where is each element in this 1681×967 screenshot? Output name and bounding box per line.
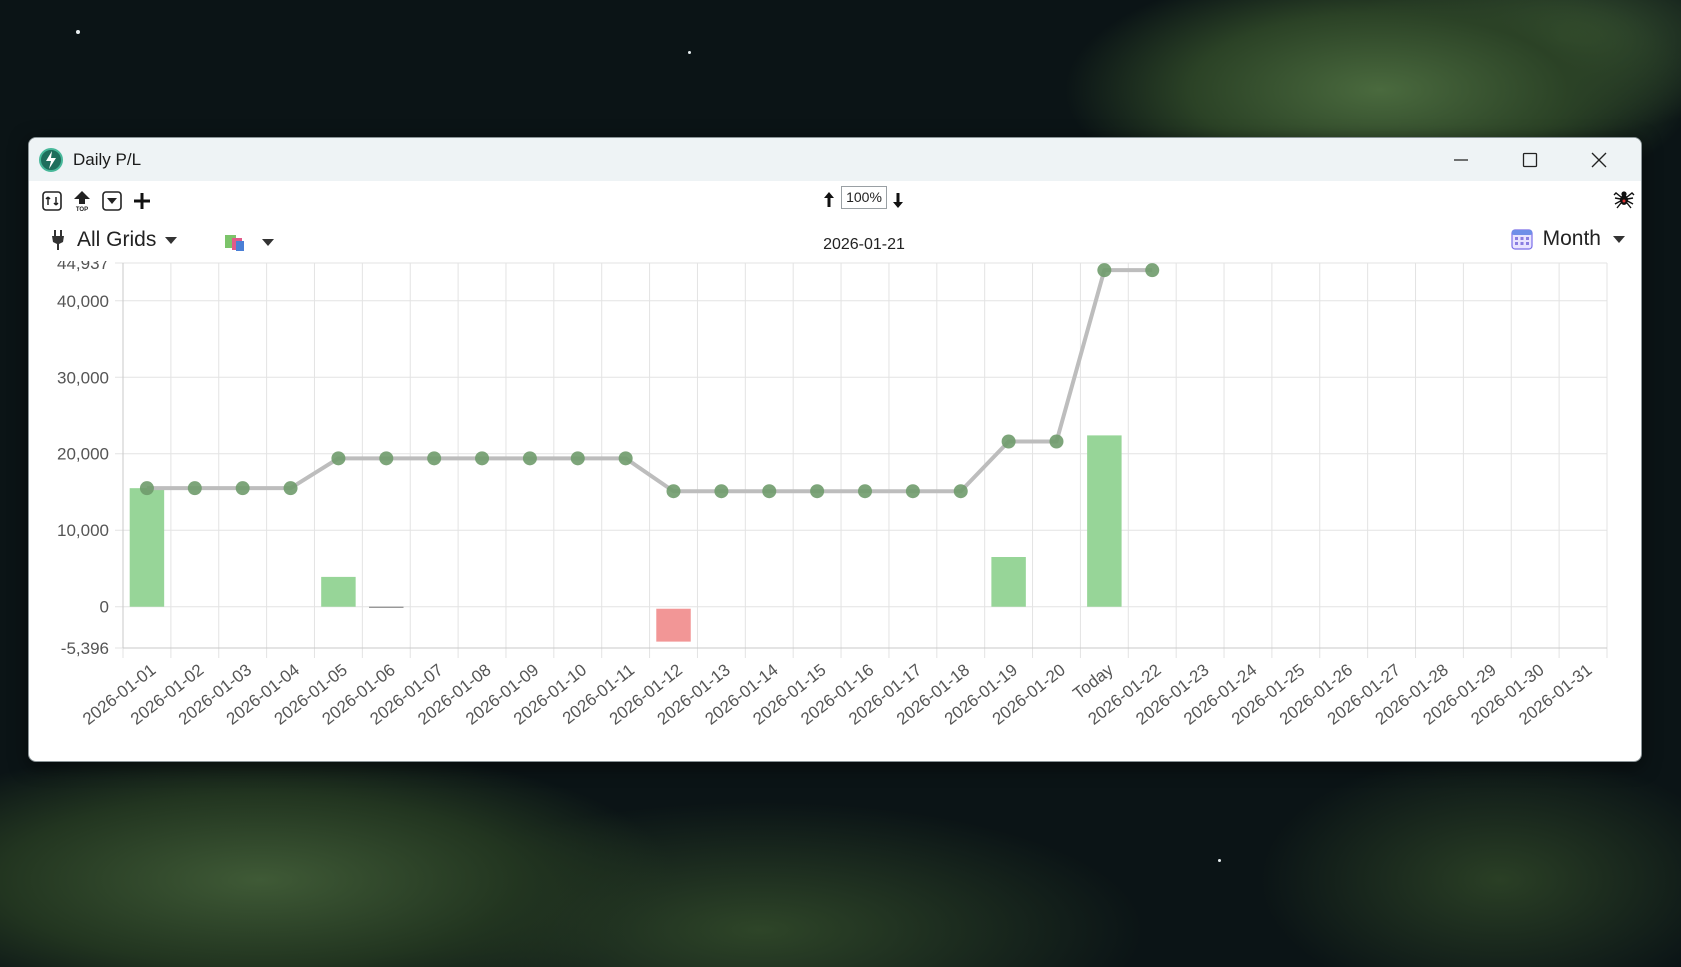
cumulative-point [427,451,442,466]
grids-selector[interactable]: All Grids [51,225,178,255]
filter-row: All Grids 2026-01-21 Month [29,221,1641,261]
calendar-icon [1511,229,1533,250]
dropdown-box-button[interactable] [101,190,123,212]
period-label: Month [1542,227,1601,250]
arrow-up-icon[interactable] [822,190,836,210]
star [76,30,80,34]
zoom-field[interactable]: 100% [841,186,887,209]
period-selector[interactable]: Month [1511,224,1625,254]
chevron-down-icon [165,236,178,244]
cumulative-point [235,481,250,496]
cumulative-point [666,484,681,499]
minimize-button[interactable] [1427,138,1495,181]
refresh-icon [42,191,62,211]
cumulative-point [858,484,872,499]
maximize-button[interactable] [1496,138,1564,181]
star [1218,859,1221,862]
color-swatch-icon [225,235,244,251]
cumulative-point [618,451,633,466]
close-button[interactable] [1565,138,1633,181]
minimize-icon [1454,158,1468,161]
y-tick-label: 0 [100,598,109,617]
scroll-top-button[interactable]: TOP [71,190,93,212]
y-tick-label: 10,000 [57,521,109,540]
daily-pl-window: Daily P/L TOP 100% All Grids 2026-01-21 … [28,137,1642,762]
y-tick-label: -5,396 [61,639,109,658]
color-picker[interactable] [224,230,274,254]
cumulative-point [283,481,298,496]
refresh-button[interactable] [41,190,63,212]
cumulative-point [139,481,154,496]
chevron-down-icon [1613,235,1625,243]
cumulative-point [187,481,202,496]
y-tick-label: 40,000 [57,292,109,311]
dropdown-box-icon [102,191,122,211]
grids-label: All Grids [77,228,157,251]
cumulative-point [810,484,825,499]
close-icon [1591,152,1607,167]
y-tick-label: 20,000 [57,445,109,464]
cumulative-point [1001,434,1016,449]
plug-icon [52,230,64,250]
profit-bar [1087,435,1122,607]
cumulative-point [331,451,346,466]
cumulative-point [522,451,537,466]
cumulative-point [1145,263,1160,278]
top-icon: TOP [74,191,90,212]
cumulative-point [570,451,585,466]
cumulative-point [762,484,777,499]
cumulative-point [1049,434,1064,449]
cumulative-point [1097,263,1112,278]
title-bar[interactable]: Daily P/L [29,138,1641,181]
spider-icon[interactable] [1612,187,1636,211]
cumulative-point [905,484,920,499]
plus-icon [134,193,150,209]
toolbar: TOP 100% [29,181,1641,221]
arrow-down-icon[interactable] [891,190,905,210]
add-button[interactable] [131,190,153,212]
current-date-label: 2026-01-21 [823,236,905,253]
window-title: Daily P/L [73,150,142,169]
y-tick-label: 30,000 [57,368,109,387]
profit-bar [321,576,356,607]
cumulative-point [953,484,968,499]
cumulative-point [379,451,394,466]
y-tick-label: 44,937 [57,261,109,273]
cumulative-point [714,484,729,499]
chevron-down-icon [262,238,274,246]
profit-bar [991,557,1026,607]
loss-bar [656,608,691,642]
maximize-icon [1522,152,1538,167]
cumulative-point [475,451,490,466]
svg-text:TOP: TOP [76,207,88,212]
app-logo-icon [39,148,63,172]
star [688,51,691,54]
daily-pl-chart[interactable]: 44,93740,00030,00020,00010,0000-5,396202… [29,261,1642,762]
profit-bar [129,488,165,607]
